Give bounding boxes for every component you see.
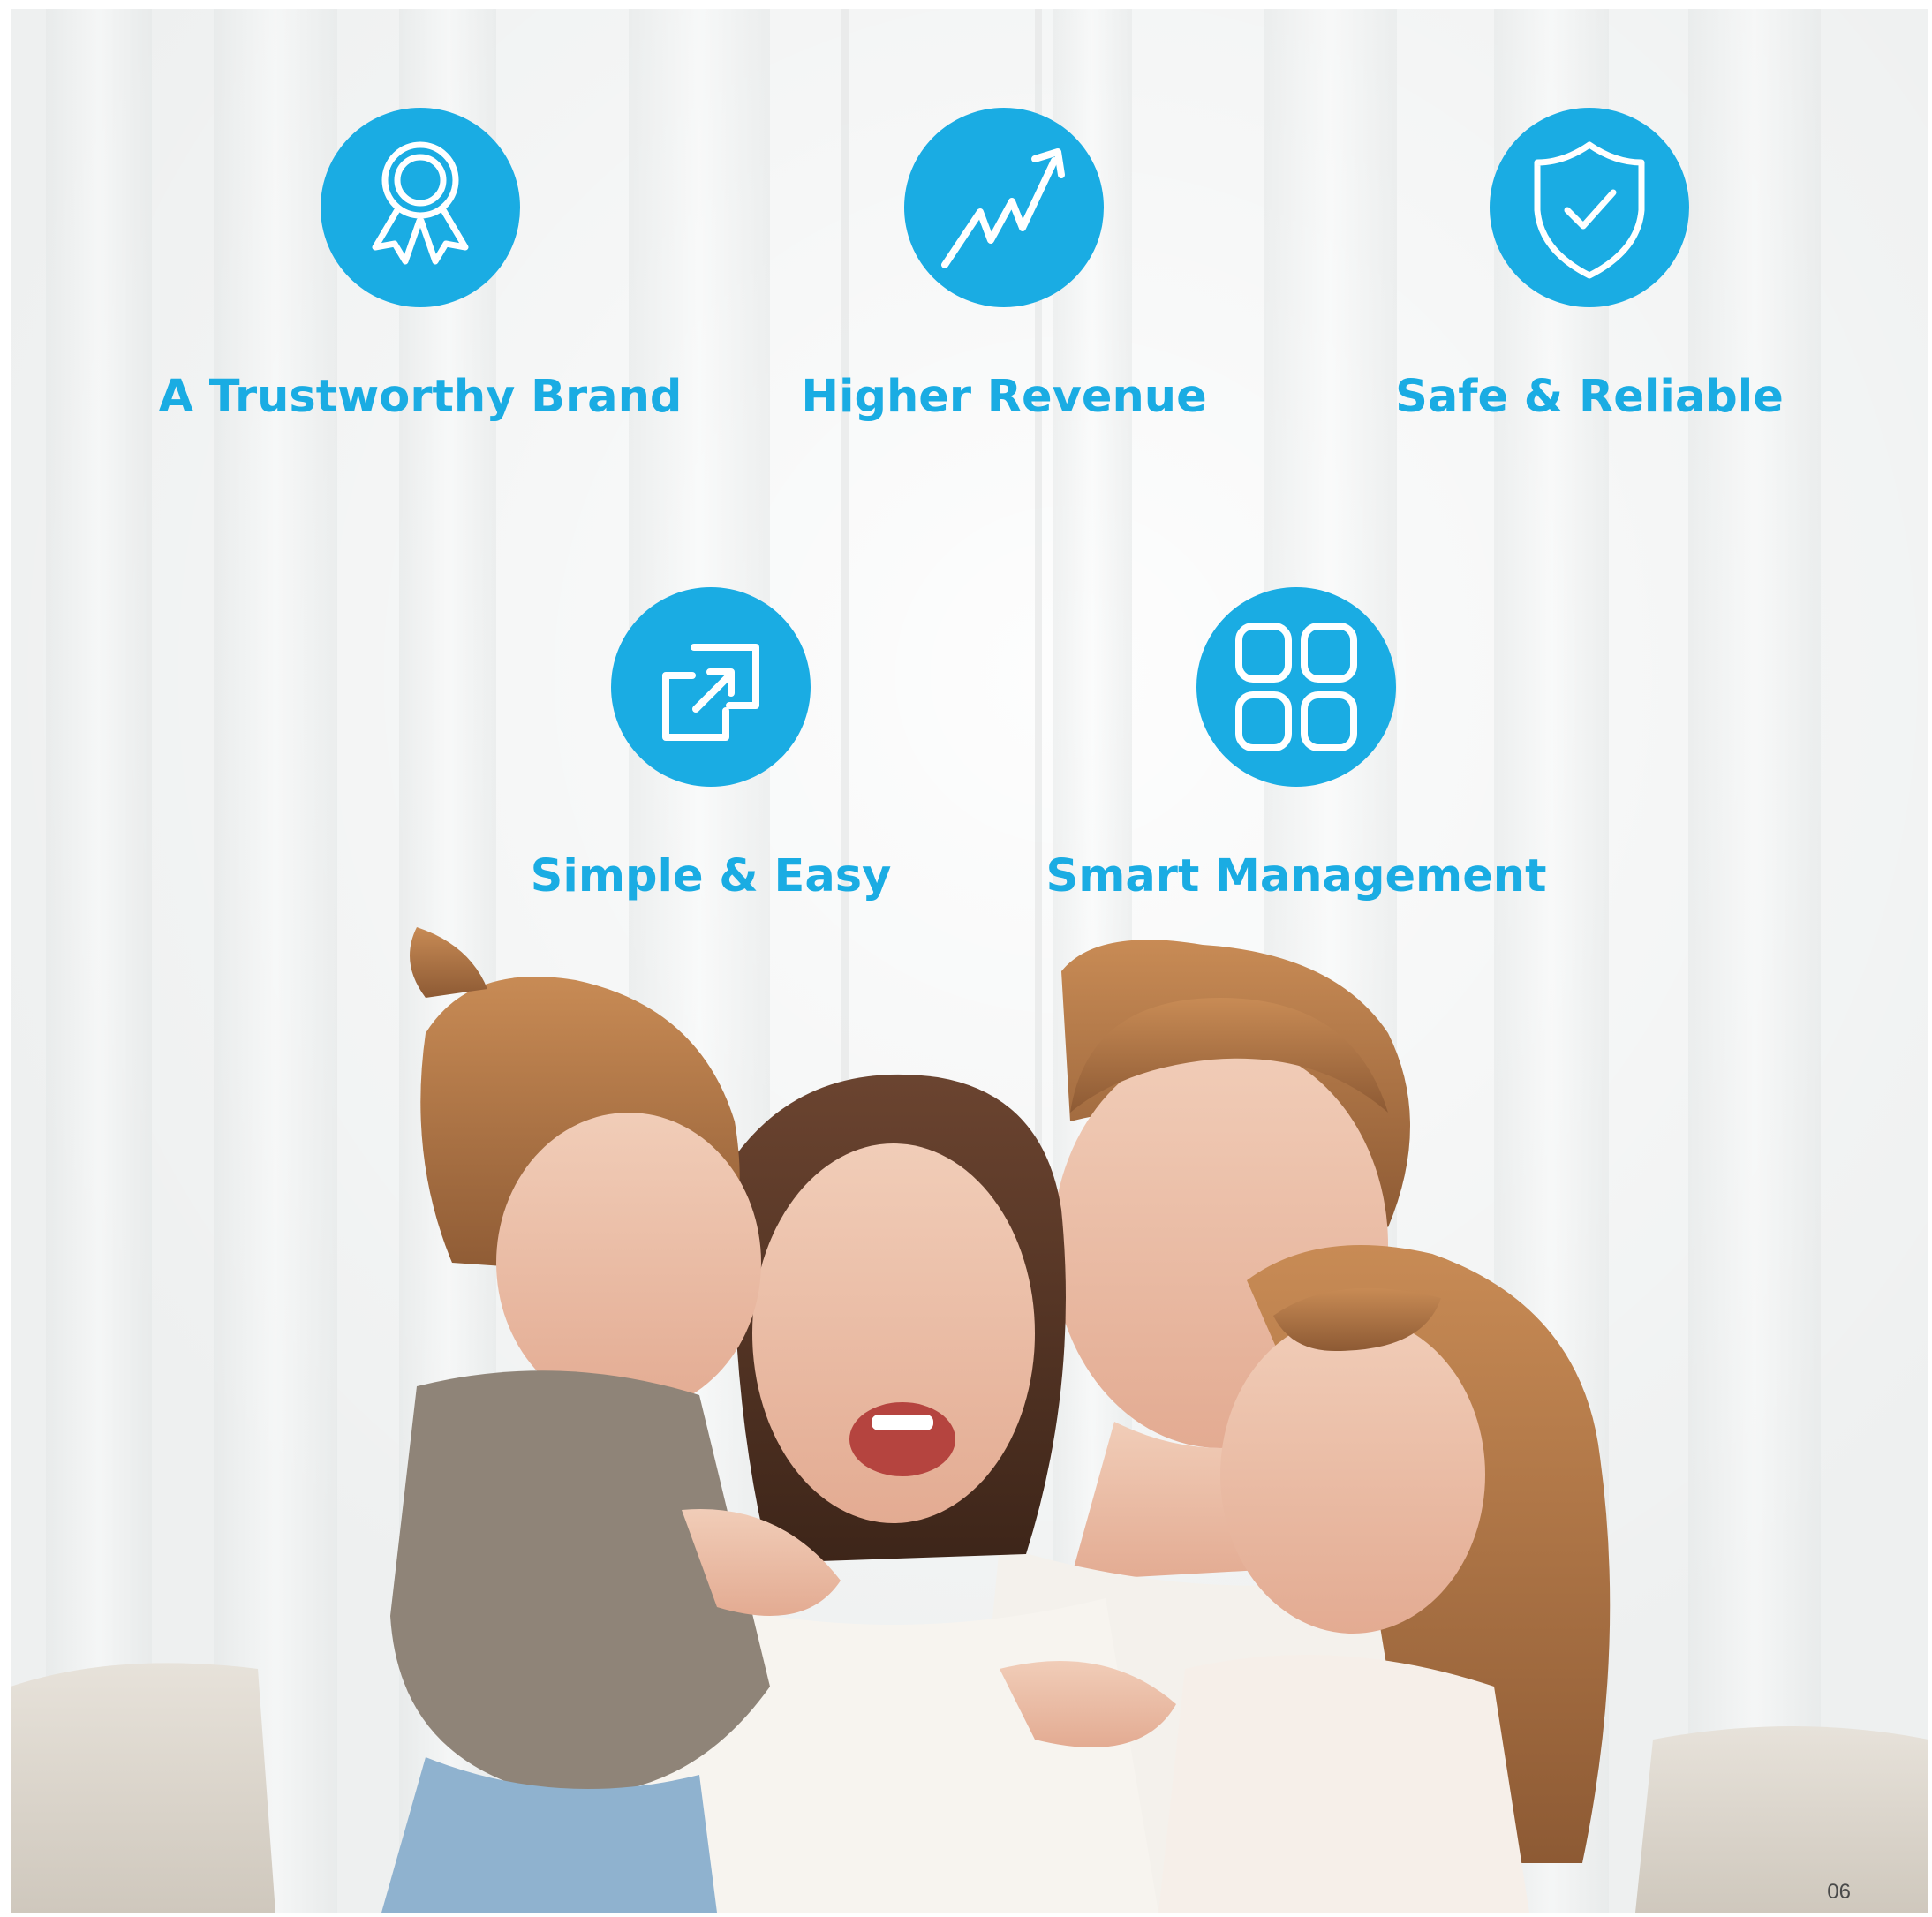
feature-smart-management: Smart Management	[987, 587, 1605, 903]
page-number: 06	[1827, 1880, 1851, 1904]
external-link-icon	[611, 587, 811, 787]
feature-safe-reliable: Safe & Reliable	[1280, 108, 1898, 424]
feature-label: Higher Revenue	[801, 371, 1207, 423]
feature-simple-easy: Simple & Easy	[402, 587, 1020, 903]
award-ribbon-icon	[321, 108, 520, 307]
shield-check-icon	[1490, 108, 1689, 307]
trending-up-icon	[904, 108, 1104, 307]
grid-apps-icon	[1196, 587, 1396, 787]
feature-label: Simple & Easy	[530, 850, 892, 902]
feature-trustworthy-brand: A Trustworthy Brand	[111, 108, 729, 424]
feature-higher-revenue: Higher Revenue	[695, 108, 1313, 424]
feature-label: Smart Management	[1045, 850, 1547, 902]
brochure-page: A Trustworthy Brand Higher Revenue Safe …	[0, 0, 1932, 1917]
feature-label: A Trustworthy Brand	[158, 371, 683, 423]
feature-label: Safe & Reliable	[1395, 371, 1784, 423]
